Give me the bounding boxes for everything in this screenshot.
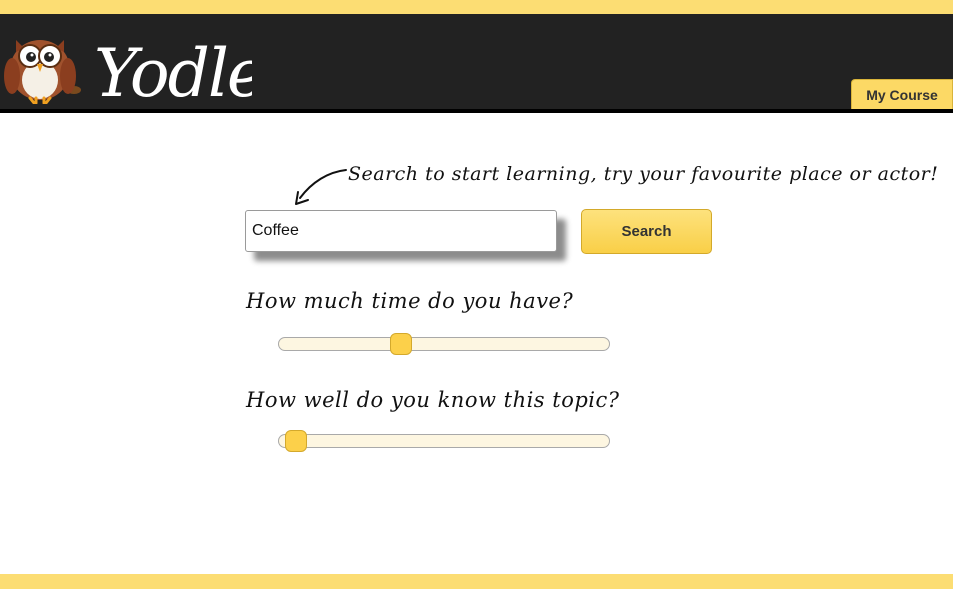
brand-name: Yodle	[94, 35, 252, 110]
time-question-label: How much time do you have?	[246, 289, 574, 313]
knowledge-slider[interactable]	[278, 430, 610, 452]
top-accent-stripe	[0, 0, 953, 14]
time-slider[interactable]	[278, 333, 610, 355]
curved-arrow-icon	[295, 169, 347, 205]
brand-logo: Yodle	[94, 35, 252, 110]
owl-logo-icon	[4, 40, 81, 104]
time-slider-handle[interactable]	[390, 333, 412, 355]
bottom-accent-stripe	[0, 574, 953, 589]
knowledge-question-label: How well do you know this topic?	[246, 388, 620, 412]
search-button[interactable]: Search	[581, 209, 712, 254]
my-course-tab[interactable]: My Course	[851, 79, 953, 109]
search-hint: Search to start learning, try your favou…	[348, 163, 939, 185]
search-input[interactable]	[245, 210, 557, 252]
knowledge-slider-handle[interactable]	[285, 430, 307, 452]
